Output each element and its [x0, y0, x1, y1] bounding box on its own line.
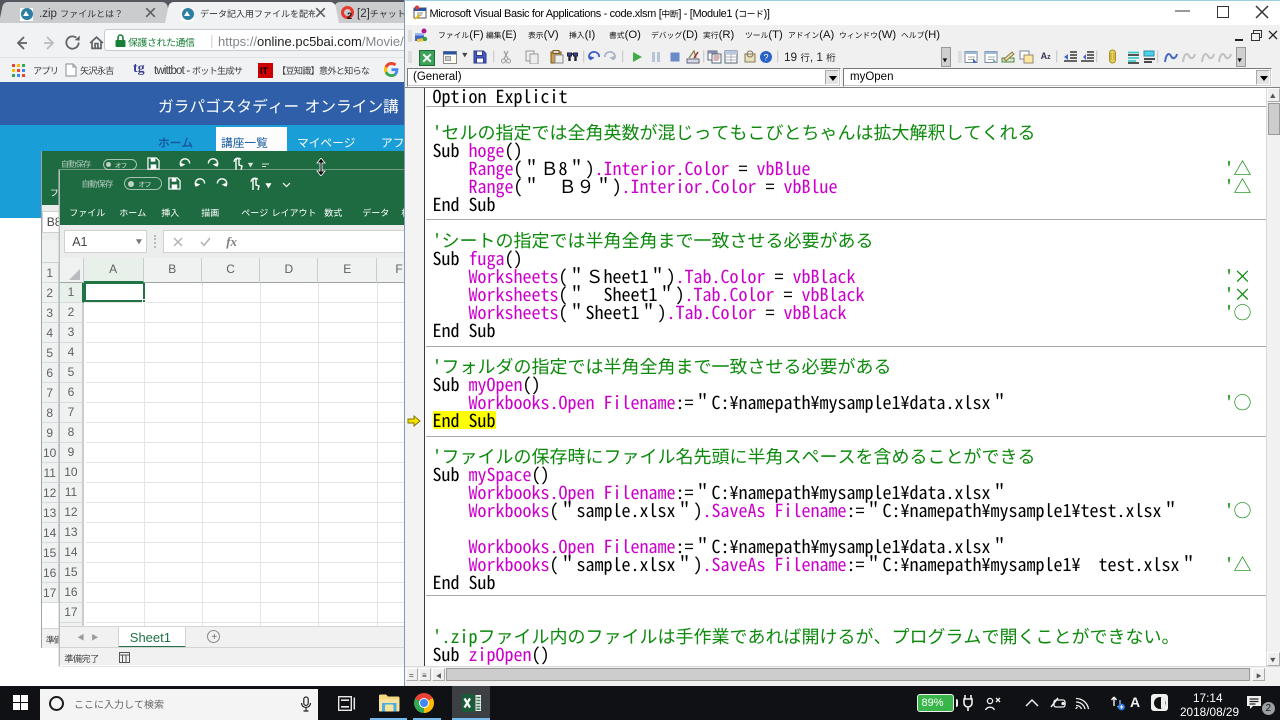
svg-text:?: ? [764, 52, 769, 62]
